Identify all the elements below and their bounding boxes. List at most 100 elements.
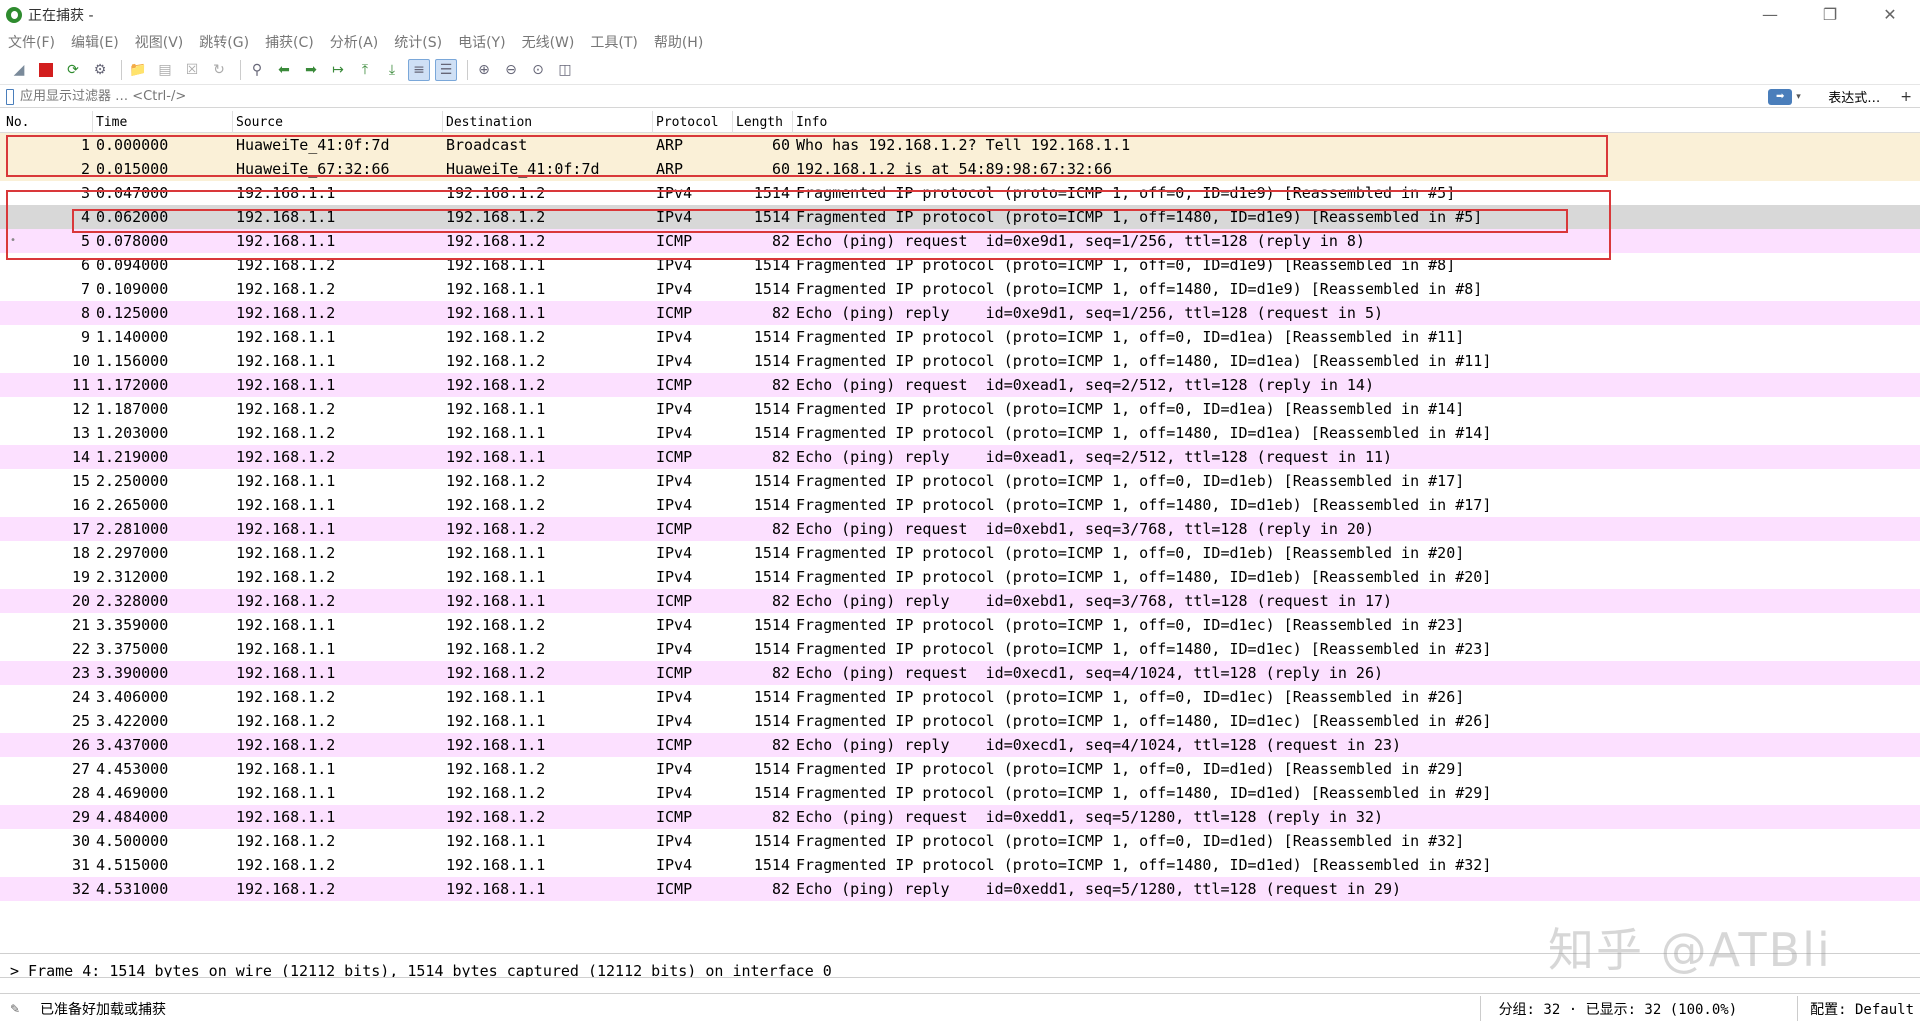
forward-arrow-icon[interactable]: ➡ [300,59,322,81]
menu-tools[interactable]: 工具(T) [590,32,637,52]
column-header-protocol[interactable]: Protocol [656,115,719,130]
menu-edit[interactable]: 编辑(E) [71,32,119,52]
packet-row[interactable]: 26 3.437000 192.168.1.2 192.168.1.1 ICMP 82 Ec… [0,733,1920,757]
stop-icon[interactable] [35,59,57,81]
packet-source: 192.168.1.2 [236,424,336,442]
packet-row[interactable]: 15 2.250000 192.168.1.1 192.168.1.2 IPv4 1514… [0,469,1920,493]
packet-row[interactable]: 17 2.281000 192.168.1.1 192.168.1.2 ICMP 82 Ec… [0,517,1920,541]
packet-row[interactable]: 31 4.515000 192.168.1.2 192.168.1.1 IPv4 1514… [0,853,1920,877]
packet-source: 192.168.1.2 [236,448,336,466]
packet-info: Fragmented IP protocol (proto=ICMP 1, of… [796,472,1465,490]
packet-row[interactable]: 12 1.187000 192.168.1.2 192.168.1.1 IPv4 1514… [0,397,1920,421]
packet-info: Echo (ping) reply id=0xecd1, seq=4/1024,… [796,736,1402,754]
menu-file[interactable]: 文件(F) [8,32,55,52]
zoom-out-icon[interactable]: ⊖ [500,59,522,81]
menu-go[interactable]: 跳转(G) [199,32,249,52]
column-divider[interactable] [442,111,443,133]
packet-no: 25 [71,712,90,730]
column-divider[interactable] [792,111,793,133]
packet-row[interactable]: 11 1.172000 192.168.1.1 192.168.1.2 ICMP 82 Ec… [0,373,1920,397]
column-header-no[interactable]: No. [6,115,29,130]
packet-length: 82 [771,304,790,322]
packet-row[interactable]: 27 4.453000 192.168.1.1 192.168.1.2 IPv4 1514… [0,757,1920,781]
zoom-normal-icon[interactable]: ⊙ [527,59,549,81]
packet-row[interactable]: 24 3.406000 192.168.1.2 192.168.1.1 IPv4 1514… [0,685,1920,709]
packet-row[interactable]: 18 2.297000 192.168.1.2 192.168.1.1 IPv4 1514… [0,541,1920,565]
packet-row[interactable]: 21 3.359000 192.168.1.1 192.168.1.2 IPv4 1514… [0,613,1920,637]
column-divider[interactable] [652,111,653,133]
filter-history-dropdown-icon[interactable]: ▾ [1796,92,1810,102]
packet-row[interactable]: 25 3.422000 192.168.1.2 192.168.1.1 IPv4 1514… [0,709,1920,733]
column-header-source[interactable]: Source [236,115,283,130]
menu-statistics[interactable]: 统计(S) [394,32,442,52]
expression-button[interactable]: 表达式… [1828,87,1880,106]
restart-icon[interactable]: ⟳ [62,59,84,81]
packet-row[interactable]: 10 1.156000 192.168.1.1 192.168.1.2 IPv4 1514… [0,349,1920,373]
packet-no: 16 [71,496,90,514]
zoom-in-icon[interactable]: ⊕ [473,59,495,81]
menu-analyze[interactable]: 分析(A) [330,32,379,52]
packet-row[interactable]: 16 2.265000 192.168.1.1 192.168.1.2 IPv4 1514… [0,493,1920,517]
packet-row[interactable]: 32 4.531000 192.168.1.2 192.168.1.1 ICMP 82 Ec… [0,877,1920,901]
display-filter-input[interactable] [14,86,1769,107]
packet-row[interactable]: 14 1.219000 192.168.1.2 192.168.1.1 ICMP 82 Ec… [0,445,1920,469]
packet-row[interactable]: 6 0.094000 192.168.1.2 192.168.1.1 IPv4 1514 F… [0,253,1920,277]
packet-row[interactable]: 4 0.062000 192.168.1.1 192.168.1.2 IPv4 1514 F… [0,205,1920,229]
options-gear-icon[interactable]: ⚙ [89,59,111,81]
column-divider[interactable] [232,111,233,133]
packet-time: 3.390000 [96,664,169,682]
packet-row[interactable]: 7 0.109000 192.168.1.2 192.168.1.1 IPv4 1514 F… [0,277,1920,301]
shark-fin-icon[interactable]: ◢ [8,59,30,81]
menu-help[interactable]: 帮助(H) [654,32,703,52]
column-header-info[interactable]: Info [796,115,827,130]
frame-summary-line[interactable]: > Frame 4: 1514 bytes on wire (12112 bit… [10,962,832,977]
maximize-icon[interactable]: ❐ [1800,0,1860,29]
packet-row[interactable]: 8 0.125000 192.168.1.2 192.168.1.1 ICMP 82 Ech… [0,301,1920,325]
close-icon[interactable]: ✕ [1860,0,1920,29]
packet-list[interactable]: No. Time Source Destination Protocol Len… [0,111,1920,953]
packet-row[interactable]: 1 0.000000 HuaweiTe_41:0f:7d Broadcast ARP 60… [0,133,1920,157]
column-header-length[interactable]: Length [736,115,783,130]
find-icon[interactable]: ⚲ [246,59,268,81]
packet-row[interactable]: 9 1.140000 192.168.1.1 192.168.1.2 IPv4 1514 F… [0,325,1920,349]
resize-columns-icon[interactable]: ◫ [554,59,576,81]
back-arrow-icon[interactable]: ⬅ [273,59,295,81]
packet-row[interactable]: 22 3.375000 192.168.1.1 192.168.1.2 IPv4 1514… [0,637,1920,661]
column-divider[interactable] [92,111,93,133]
column-header-time[interactable]: Time [96,115,127,130]
save-icon[interactable]: ▤ [154,59,176,81]
packet-source: 192.168.1.1 [236,664,336,682]
packet-row[interactable]: 28 4.469000 192.168.1.1 192.168.1.2 IPv4 1514… [0,781,1920,805]
autoscroll-icon[interactable]: ≡ [408,58,430,81]
menu-view[interactable]: 视图(V) [135,32,184,52]
menu-telephony[interactable]: 电话(Y) [458,32,505,52]
menu-wireless[interactable]: 无线(W) [522,32,575,52]
goto-packet-icon[interactable]: ↦ [327,59,349,81]
column-divider[interactable] [732,111,733,133]
close-file-icon[interactable]: ☒ [181,59,203,81]
open-folder-icon[interactable]: 📁 [127,59,149,81]
packet-row[interactable]: 13 1.203000 192.168.1.2 192.168.1.1 IPv4 1514… [0,421,1920,445]
add-filter-button[interactable]: + [1900,89,1912,105]
packet-row[interactable]: 20 2.328000 192.168.1.2 192.168.1.1 ICMP 82 Ec… [0,589,1920,613]
packet-destination: 192.168.1.1 [446,592,546,610]
first-packet-icon[interactable]: ⤒ [354,59,376,81]
packet-row[interactable]: 29 4.484000 192.168.1.1 192.168.1.2 ICMP 82 Ec… [0,805,1920,829]
colorize-icon[interactable]: ☰ [435,58,457,81]
edit-comment-icon[interactable]: ✎ [10,1002,24,1016]
packet-row[interactable]: 30 4.500000 192.168.1.2 192.168.1.1 IPv4 1514… [0,829,1920,853]
bookmark-icon[interactable] [6,88,14,105]
column-header-destination[interactable]: Destination [446,115,532,130]
apply-filter-arrow-icon[interactable]: ➡ [1768,88,1793,105]
packet-info: Echo (ping) reply id=0xe9d1, seq=1/256, … [796,304,1383,322]
packet-row[interactable]: 19 2.312000 192.168.1.2 192.168.1.1 IPv4 1514… [0,565,1920,589]
minimize-icon[interactable]: — [1740,0,1800,29]
menu-capture[interactable]: 捕获(C) [265,32,314,52]
reload-icon[interactable]: ↻ [208,59,230,81]
packet-row[interactable]: 5 0.078000 192.168.1.1 192.168.1.2 ICMP 82 Ech… [0,229,1920,253]
packet-row[interactable]: 23 3.390000 192.168.1.1 192.168.1.2 ICMP 82 Ec… [0,661,1920,685]
packet-row[interactable]: 2 0.015000 HuaweiTe_67:32:66 HuaweiTe_41:0f… [0,157,1920,181]
last-packet-icon[interactable]: ⤓ [381,59,403,81]
profile-indicator[interactable]: 配置: Default [1798,999,1920,1019]
packet-row[interactable]: 3 0.047000 192.168.1.1 192.168.1.2 IPv4 1514 F… [0,181,1920,205]
